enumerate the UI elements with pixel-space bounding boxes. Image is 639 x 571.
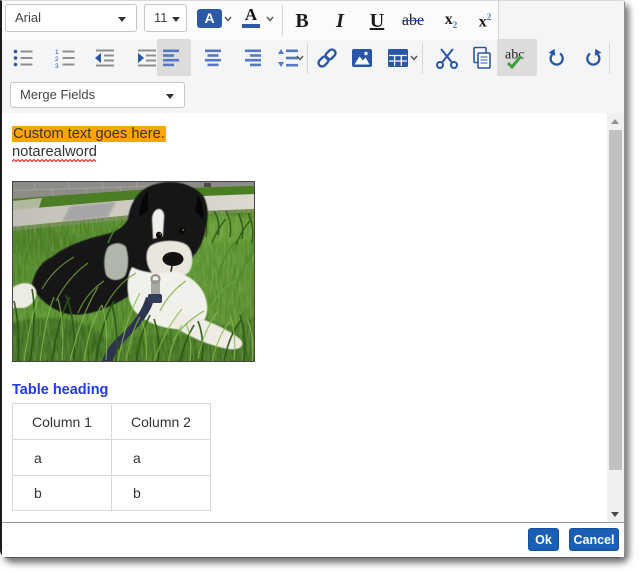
svg-text:3: 3 xyxy=(55,63,59,70)
svg-text:2: 2 xyxy=(55,56,59,63)
svg-text:abc: abc xyxy=(505,48,524,63)
svg-text:1: 1 xyxy=(55,49,59,56)
